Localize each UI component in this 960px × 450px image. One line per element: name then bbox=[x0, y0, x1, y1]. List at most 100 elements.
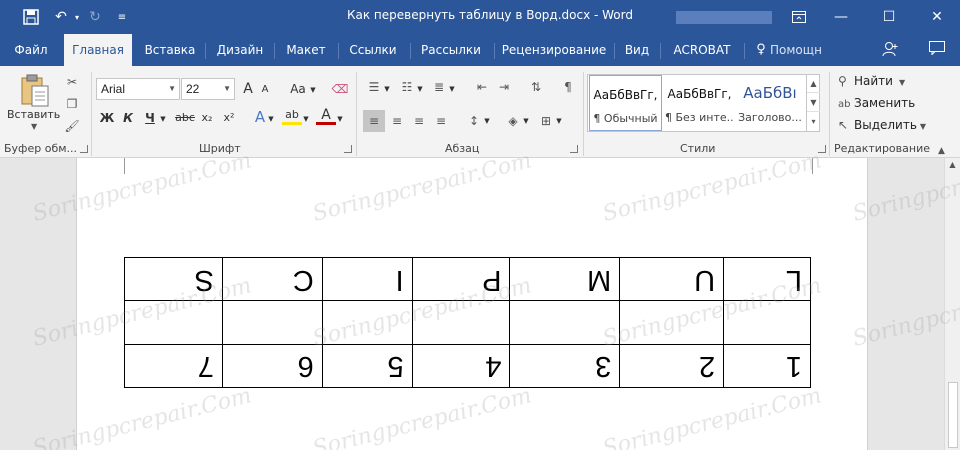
decrease-indent-icon[interactable]: ⇤ bbox=[474, 79, 490, 95]
table-cell[interactable] bbox=[412, 300, 510, 345]
copy-icon[interactable]: ❐ bbox=[64, 96, 80, 112]
table-cell[interactable]: U bbox=[619, 257, 724, 301]
save-icon[interactable] bbox=[20, 7, 42, 27]
table-cell[interactable]: 6 bbox=[222, 344, 323, 388]
clear-formatting-icon[interactable]: ⌫ bbox=[330, 79, 350, 99]
lightbulb-icon[interactable]: ♀ bbox=[752, 34, 770, 66]
tab-design[interactable]: Дизайн bbox=[212, 34, 268, 66]
table-cell[interactable]: I bbox=[322, 257, 413, 301]
table-cell[interactable]: 3 bbox=[509, 344, 620, 388]
underline-button[interactable]: Ч bbox=[142, 108, 158, 128]
tab-mailings[interactable]: Рассылки bbox=[416, 34, 486, 66]
paste-button-label[interactable]: Вставить bbox=[7, 108, 60, 121]
tab-references[interactable]: Ссылки bbox=[344, 34, 402, 66]
table-cell[interactable] bbox=[619, 300, 724, 345]
undo-icon[interactable]: ↶ bbox=[50, 7, 72, 27]
font-size-combo[interactable]: 22 ▼ bbox=[181, 78, 235, 100]
styles-dialog-launcher[interactable] bbox=[818, 145, 826, 153]
ribbon-display-options-icon[interactable] bbox=[788, 7, 810, 27]
document-table[interactable]: 1 2 3 4 5 6 7 L U M P I C S bbox=[124, 257, 811, 388]
grow-font-button[interactable]: A bbox=[240, 79, 256, 99]
align-center-icon[interactable]: ≡ bbox=[389, 113, 405, 129]
multilevel-list-icon[interactable]: ≣ bbox=[431, 79, 447, 95]
account-name[interactable] bbox=[676, 11, 772, 24]
collapse-ribbon-icon[interactable]: ▲ bbox=[938, 146, 945, 156]
chevron-down-icon[interactable]: ▼ bbox=[223, 79, 231, 99]
bold-button[interactable]: Ж bbox=[99, 108, 115, 128]
font-color-button[interactable]: A bbox=[316, 107, 336, 125]
table-cell[interactable]: 5 bbox=[322, 344, 413, 388]
chevron-down-icon[interactable]: ▼ bbox=[522, 111, 530, 131]
style-no-spacing[interactable]: АаБбВвГг, ¶ Без инте... bbox=[663, 75, 736, 131]
shrink-font-button[interactable]: A bbox=[258, 80, 272, 100]
table-cell[interactable]: C bbox=[222, 257, 323, 301]
style-normal[interactable]: АаБбВвГг, ¶ Обычный bbox=[589, 75, 662, 131]
format-painter-icon[interactable]: 🖌 bbox=[64, 118, 80, 134]
tell-me-box[interactable]: Помощн bbox=[770, 34, 826, 66]
redo-icon[interactable]: ↻ bbox=[84, 7, 106, 27]
minimize-button[interactable]: — bbox=[818, 0, 864, 34]
style-heading1[interactable]: АаБбВı Заголово... bbox=[736, 75, 804, 131]
styles-scroll-down-icon[interactable]: ▼ bbox=[807, 93, 820, 112]
tab-insert[interactable]: Вставка bbox=[140, 34, 200, 66]
replace-button[interactable]: ab Заменить bbox=[838, 96, 915, 116]
paste-dropdown-icon[interactable]: ▼ bbox=[31, 122, 37, 131]
cut-icon[interactable]: ✂ bbox=[64, 74, 80, 90]
maximize-button[interactable]: ☐ bbox=[866, 0, 912, 34]
comments-icon[interactable] bbox=[926, 41, 948, 61]
chevron-down-icon[interactable]: ▼ bbox=[416, 79, 424, 99]
strikethrough-button[interactable]: abc bbox=[173, 108, 197, 128]
borders-icon[interactable]: ⊞ bbox=[538, 113, 554, 129]
sort-icon[interactable]: ⇅ bbox=[528, 79, 544, 95]
styles-scroll-up-icon[interactable]: ▲ bbox=[807, 74, 820, 93]
font-name-combo[interactable]: Arial ▼ bbox=[96, 78, 180, 100]
numbering-icon[interactable]: ☷ bbox=[399, 79, 415, 95]
vertical-scrollbar[interactable]: ▲ bbox=[944, 158, 960, 450]
table-cell[interactable]: 1 bbox=[723, 344, 811, 388]
table-cell[interactable]: 7 bbox=[124, 344, 223, 388]
subscript-button[interactable]: x₂ bbox=[198, 108, 216, 128]
highlight-button[interactable]: ab bbox=[282, 107, 302, 125]
tab-home[interactable]: Главная bbox=[64, 34, 132, 66]
close-button[interactable]: ✕ bbox=[914, 0, 960, 34]
tab-layout[interactable]: Макет bbox=[280, 34, 332, 66]
line-spacing-icon[interactable]: ↕ bbox=[466, 113, 482, 129]
tab-file[interactable]: Файл bbox=[6, 34, 56, 66]
table-cell[interactable] bbox=[723, 300, 811, 345]
increase-indent-icon[interactable]: ⇥ bbox=[496, 79, 512, 95]
share-icon[interactable] bbox=[879, 41, 901, 61]
undo-dropdown-icon[interactable]: ▾ bbox=[72, 7, 82, 27]
find-button[interactable]: ⚲ Найти ▼ bbox=[838, 74, 905, 94]
bullets-icon[interactable]: ☰ bbox=[366, 79, 382, 95]
chevron-down-icon[interactable]: ▼ bbox=[448, 79, 456, 99]
superscript-button[interactable]: x² bbox=[220, 108, 238, 128]
chevron-down-icon[interactable]: ▼ bbox=[383, 79, 391, 99]
paste-icon[interactable] bbox=[20, 74, 50, 108]
change-case-button[interactable]: Aa bbox=[286, 79, 310, 99]
align-left-icon[interactable]: ≡ bbox=[363, 110, 385, 132]
show-formatting-marks-icon[interactable]: ¶ bbox=[560, 79, 576, 95]
customize-qat-icon[interactable]: ≡ bbox=[114, 7, 130, 27]
select-button[interactable]: ↖ Выделить ▼ bbox=[838, 118, 926, 138]
table-cell[interactable] bbox=[222, 300, 323, 345]
tab-acrobat[interactable]: ACROBAT bbox=[666, 34, 738, 66]
tab-view[interactable]: Вид bbox=[620, 34, 654, 66]
table-cell[interactable] bbox=[509, 300, 620, 345]
shading-icon[interactable]: ◈ bbox=[505, 113, 521, 129]
chevron-down-icon[interactable]: ▼ bbox=[309, 80, 317, 100]
table-cell[interactable]: L bbox=[723, 257, 811, 301]
scroll-thumb[interactable] bbox=[948, 382, 958, 448]
chevron-down-icon[interactable]: ▼ bbox=[159, 109, 167, 129]
chevron-down-icon[interactable]: ▼ bbox=[555, 111, 563, 131]
chevron-down-icon[interactable]: ▼ bbox=[302, 109, 310, 129]
table-cell[interactable]: S bbox=[124, 257, 223, 301]
chevron-down-icon[interactable]: ▼ bbox=[168, 79, 176, 99]
table-cell[interactable]: 2 bbox=[619, 344, 724, 388]
scroll-up-icon[interactable]: ▲ bbox=[945, 160, 960, 174]
paragraph-dialog-launcher[interactable] bbox=[570, 145, 578, 153]
chevron-down-icon[interactable]: ▼ bbox=[483, 111, 491, 131]
table-cell[interactable] bbox=[322, 300, 413, 345]
align-right-icon[interactable]: ≡ bbox=[411, 113, 427, 129]
clipboard-dialog-launcher[interactable] bbox=[80, 145, 88, 153]
tab-review[interactable]: Рецензирование bbox=[500, 34, 608, 66]
